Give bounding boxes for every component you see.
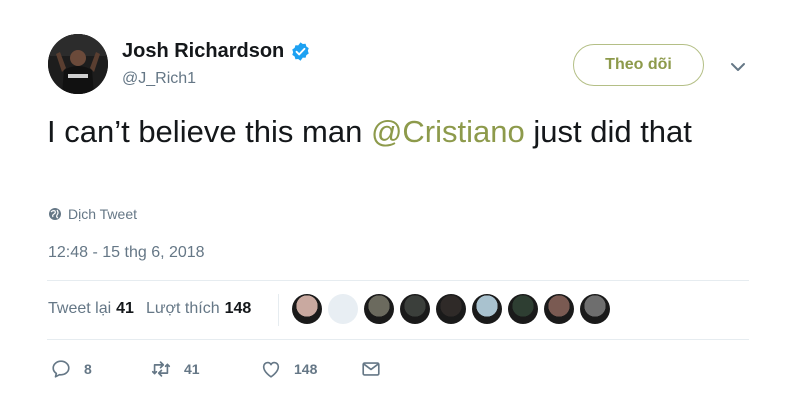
likes-label: Lượt thích bbox=[145, 300, 220, 317]
like-button[interactable]: 148 bbox=[260, 358, 360, 380]
divider bbox=[47, 280, 749, 281]
liker-avatar[interactable] bbox=[580, 294, 610, 324]
tweet-text-after: just did that bbox=[524, 114, 692, 149]
reply-icon bbox=[52, 360, 70, 378]
author-info: Josh Richardson @J_Rich1 bbox=[122, 38, 311, 88]
tweet-actions: 8 41 148 bbox=[50, 358, 382, 380]
chevron-down-icon[interactable] bbox=[730, 60, 746, 72]
tweet-stats: Tweet lại 41 Lượt thích 148 bbox=[48, 300, 251, 318]
heart-icon bbox=[262, 361, 280, 378]
tweet-card: Josh Richardson @J_Rich1 Theo dõi I can’… bbox=[0, 0, 797, 415]
globe-icon bbox=[48, 207, 62, 221]
stats-separator bbox=[278, 294, 279, 326]
envelope-icon bbox=[362, 362, 380, 376]
liker-avatar[interactable] bbox=[292, 294, 322, 324]
verified-badge-icon bbox=[290, 41, 311, 62]
liker-avatars bbox=[292, 294, 616, 324]
likes-count: 148 bbox=[224, 300, 252, 317]
author-avatar[interactable] bbox=[48, 34, 108, 94]
tweet-text-before: I can’t believe this man bbox=[47, 114, 371, 149]
liker-avatar[interactable] bbox=[328, 294, 358, 324]
tweet-timestamp[interactable]: 12:48 - 15 thg 6, 2018 bbox=[48, 244, 205, 262]
follow-button[interactable]: Theo dõi bbox=[573, 44, 704, 86]
reply-button[interactable]: 8 bbox=[50, 358, 150, 380]
likes-stat[interactable]: Lượt thích 148 bbox=[146, 300, 251, 318]
liker-avatar[interactable] bbox=[508, 294, 538, 324]
retweet-button[interactable]: 41 bbox=[150, 358, 260, 380]
direct-message-button[interactable] bbox=[360, 358, 382, 380]
retweets-stat[interactable]: Tweet lại 41 bbox=[48, 300, 134, 318]
liker-avatar[interactable] bbox=[436, 294, 466, 324]
retweets-count: 41 bbox=[116, 300, 134, 317]
like-count: 148 bbox=[294, 361, 318, 377]
translate-tweet-link[interactable]: Dịch Tweet bbox=[48, 206, 137, 222]
liker-avatar[interactable] bbox=[400, 294, 430, 324]
retweets-label: Tweet lại bbox=[48, 300, 112, 317]
liker-avatar[interactable] bbox=[472, 294, 502, 324]
translate-label: Dịch Tweet bbox=[68, 206, 137, 222]
author-handle[interactable]: @J_Rich1 bbox=[122, 70, 311, 88]
retweet-icon bbox=[151, 361, 171, 377]
liker-avatar[interactable] bbox=[544, 294, 574, 324]
author-name[interactable]: Josh Richardson bbox=[122, 40, 284, 63]
tweet-text: I can’t believe this man @Cristiano just… bbox=[47, 110, 747, 153]
reply-count: 8 bbox=[84, 361, 92, 377]
mention-link[interactable]: @Cristiano bbox=[371, 114, 525, 149]
retweet-count: 41 bbox=[184, 361, 200, 377]
liker-avatar[interactable] bbox=[364, 294, 394, 324]
divider bbox=[47, 339, 749, 340]
